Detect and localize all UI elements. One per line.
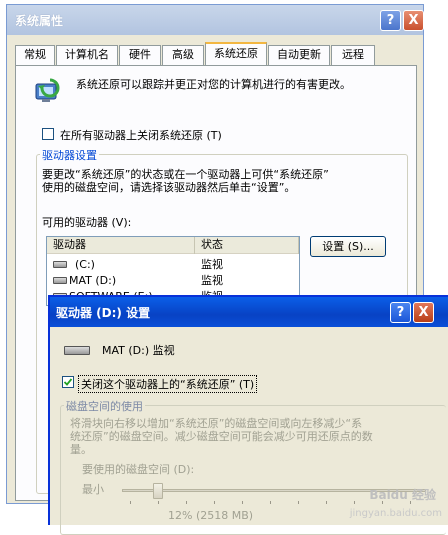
slider-tick <box>326 501 327 504</box>
watermark-url: jingyan.baidu.com <box>349 508 442 519</box>
disk-space-slider-thumb[interactable] <box>153 483 164 499</box>
system-restore-description: 系统还原可以跟踪并更正对您的计算机进行的有害更改。 <box>76 78 351 91</box>
drive-settings-text-line2: 使用的磁盘空间，请选择该驱动器然后单击“设置”。 <box>42 181 296 194</box>
turn-off-drive-checkbox[interactable] <box>62 376 74 388</box>
slider-tick <box>242 501 243 504</box>
drive-label: MAT (D:) 监视 <box>102 344 175 357</box>
dialog-title: 驱动器 (D:) 设置 <box>56 306 151 320</box>
slider-tick <box>270 501 271 504</box>
slider-min-label: 最小 <box>82 483 104 496</box>
disk-space-title: 磁盘空间的使用 <box>64 398 145 414</box>
hard-drive-icon <box>53 261 67 268</box>
drive-settings-title: 驱动器设置 <box>40 147 99 163</box>
close-button[interactable]: X <box>403 10 424 31</box>
slider-tick <box>354 501 355 504</box>
turn-off-all-drives-checkbox[interactable] <box>42 128 54 140</box>
tab-system-restore[interactable]: 系统还原 <box>205 42 267 66</box>
tab-computer-name[interactable]: 计算机名 <box>56 45 118 65</box>
tab-automatic-updates[interactable]: 自动更新 <box>268 45 330 65</box>
drive-settings-text-line1: 要更改“系统还原”的状态或在一个驱动器上可供“系统还原” <box>42 168 329 181</box>
drive-status: 监视 <box>201 258 223 271</box>
disk-space-text-line2: 统还原”的磁盘空间。减少磁盘空间可能会减少可用还原点的数 <box>70 430 373 443</box>
slider-tick <box>214 501 215 504</box>
turn-off-drive-label[interactable]: 关闭这个驱动器上的“系统还原” (T) <box>78 375 258 393</box>
disk-space-text-line1: 将滑块向右移以增加“系统还原”的磁盘空间或向左移减少“系 <box>70 417 363 430</box>
watermark-logo: Baidu 经验 <box>369 488 436 502</box>
slider-tick <box>130 501 131 504</box>
drive-settings-titlebar[interactable]: 驱动器 (D:) 设置 ? X <box>50 297 448 327</box>
drive-row[interactable]: (C:) 监视 <box>47 257 299 273</box>
slider-tick <box>186 501 187 504</box>
column-status[interactable]: 状态 <box>195 237 299 254</box>
drive-name: MAT (D:) <box>69 274 117 287</box>
drive-row[interactable]: MAT (D:) 监视 <box>47 273 299 289</box>
help-button[interactable]: ? <box>390 302 411 323</box>
listview-header: 驱动器 状态 <box>47 237 299 254</box>
settings-button[interactable]: 设置 (S)... <box>310 236 386 257</box>
system-restore-icon <box>35 78 60 102</box>
hard-drive-icon <box>64 346 90 355</box>
column-drive[interactable]: 驱动器 <box>47 237 195 254</box>
tab-advanced[interactable]: 高级 <box>162 45 204 65</box>
drive-name: (C:) <box>75 258 95 271</box>
disk-usage-label: 要使用的磁盘空间 (D): <box>82 463 195 476</box>
drive-status: 监视 <box>201 274 223 287</box>
available-drives-label: 可用的驱动器 (V): <box>42 216 132 229</box>
close-button[interactable]: X <box>413 302 434 323</box>
turn-off-all-drives-label[interactable]: 在所有驱动器上关闭系统还原 (T) <box>60 127 222 143</box>
hard-drive-icon <box>53 277 67 284</box>
disk-space-value: 12% (2518 MB) <box>168 509 254 522</box>
system-properties-titlebar[interactable]: 系统属性 ? X <box>7 5 424 35</box>
help-button[interactable]: ? <box>380 10 401 31</box>
disk-space-text-line3: 量。 <box>70 443 92 456</box>
tab-remote[interactable]: 远程 <box>331 45 375 65</box>
slider-tick <box>158 501 159 504</box>
tab-general[interactable]: 常规 <box>15 45 55 65</box>
checkmark-icon <box>63 378 73 386</box>
tab-hardware[interactable]: 硬件 <box>119 45 161 65</box>
window-title: 系统属性 <box>15 14 64 28</box>
slider-tick <box>298 501 299 504</box>
